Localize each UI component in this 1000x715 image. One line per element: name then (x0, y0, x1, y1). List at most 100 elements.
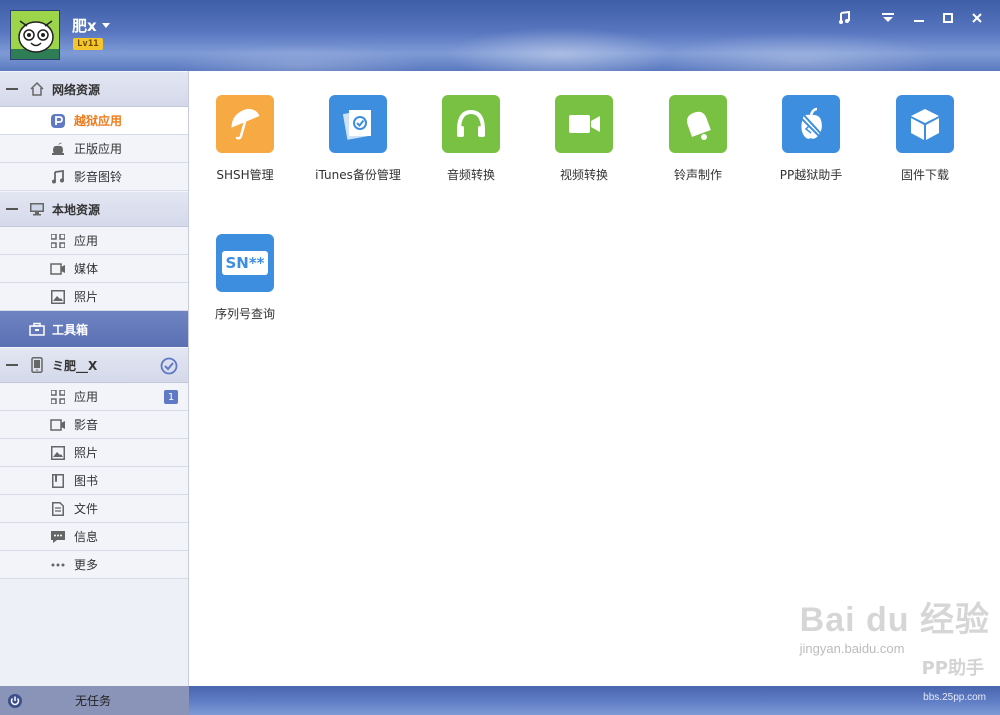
tool-firmware-download[interactable]: 固件下载 (870, 95, 980, 183)
sidebar-item-device-files[interactable]: 文件 (0, 495, 188, 523)
serial-number-icon: SN** (216, 234, 274, 292)
grid-icon (50, 233, 66, 249)
sidebar-item-device-photos[interactable]: 照片 (0, 439, 188, 467)
apple-icon (50, 141, 66, 157)
chevron-down-icon (101, 23, 110, 28)
collapse-icon[interactable] (6, 208, 18, 210)
sidebar-item-jailbreak-apps[interactable]: 越狱应用 (0, 107, 188, 135)
sidebar-item-label: 影音 (74, 418, 99, 432)
music-note-icon (50, 169, 66, 185)
sidebar-item-toolbox[interactable]: 工具箱 (0, 311, 188, 347)
more-dots-icon (50, 557, 66, 573)
sidebar-item-label: 照片 (74, 290, 99, 304)
umbrella-icon (216, 95, 274, 153)
sidebar-item-official-apps[interactable]: 正版应用 (0, 135, 188, 163)
avatar[interactable] (10, 10, 60, 60)
sidebar-item-device-messages[interactable]: 信息 (0, 523, 188, 551)
bell-icon (669, 95, 727, 153)
tool-ringtone-maker[interactable]: 铃声制作 (643, 95, 753, 183)
watermark-site: bbs.25pp.com (923, 692, 986, 703)
collapse-icon[interactable] (6, 364, 18, 366)
tool-label: 视频转换 (559, 168, 608, 182)
video-icon (50, 417, 66, 433)
task-status[interactable]: 无任务 (0, 686, 189, 715)
pp-logo-icon (50, 113, 66, 129)
sidebar-item-label: 越狱应用 (74, 114, 123, 128)
backup-icon (329, 95, 387, 153)
tool-serial-lookup[interactable]: SN** 序列号查询 (190, 234, 300, 322)
sidebar-group-label: 本地资源 (52, 202, 101, 217)
phone-icon (28, 356, 46, 374)
username-dropdown[interactable]: 肥x (72, 15, 110, 36)
sidebar-item-label: 图书 (74, 474, 99, 488)
sidebar-item-device-books[interactable]: 图书 (0, 467, 188, 495)
sidebar-item-device-more[interactable]: 更多 (0, 551, 188, 579)
sidebar-item-label: 影音图铃 (74, 170, 123, 184)
sidebar-item-label: 文件 (74, 502, 99, 516)
sidebar: 网络资源 越狱应用 正版应用 影音图铃 本地资源 应用 媒体 照片 工具箱 ミ肥… (0, 71, 189, 686)
music-icon[interactable] (834, 8, 854, 28)
sidebar-item-label: 更多 (74, 558, 99, 572)
sidebar-group-online[interactable]: 网络资源 (0, 71, 188, 107)
book-icon (50, 473, 66, 489)
tool-label: PP越狱助手 (779, 168, 843, 182)
sidebar-group-local[interactable]: 本地资源 (0, 191, 188, 227)
tool-label: 固件下载 (900, 168, 949, 182)
sidebar-item-local-apps[interactable]: 应用 (0, 227, 188, 255)
count-badge: 1 (164, 390, 178, 404)
sidebar-item-label: 工具箱 (52, 322, 89, 337)
collapse-icon[interactable] (6, 88, 18, 90)
maximize-icon[interactable] (938, 8, 958, 28)
tool-label: 音频转换 (446, 168, 495, 182)
watermark-overlay: PP助手 (921, 658, 984, 679)
power-icon (7, 693, 23, 709)
toolbox-icon (28, 320, 46, 338)
photo-icon (50, 289, 66, 305)
sidebar-item-device-media[interactable]: 影音 (0, 411, 188, 439)
sidebar-item-label: 应用 (74, 234, 99, 248)
close-icon[interactable] (967, 8, 987, 28)
file-icon (50, 501, 66, 517)
tool-video-convert[interactable]: 视频转换 (529, 95, 639, 183)
connected-check-icon (160, 357, 178, 375)
cube-icon (896, 95, 954, 153)
watermark-brand: Bai du 经验 (799, 601, 990, 639)
task-status-label: 无任务 (75, 694, 112, 708)
tool-pp-jailbreak[interactable]: PP越狱助手 (756, 95, 866, 183)
monitor-icon (28, 200, 46, 218)
sidebar-item-local-photos[interactable]: 照片 (0, 283, 188, 311)
minimize-icon[interactable] (909, 8, 929, 28)
grid-icon (50, 389, 66, 405)
jailbreak-icon (782, 95, 840, 153)
video-camera-icon (555, 95, 613, 153)
username: 肥x (72, 17, 97, 35)
sidebar-item-label: 应用 (74, 390, 99, 404)
sidebar-item-device-apps[interactable]: 应用 1 (0, 383, 188, 411)
watermark: Bai du 经验 jingyan.baidu.com (800, 592, 990, 656)
headphones-icon (442, 95, 500, 153)
sidebar-item-label: 媒体 (74, 262, 99, 276)
sidebar-item-media-ringtones[interactable]: 影音图铃 (0, 163, 188, 191)
tool-label: iTunes备份管理 (315, 168, 401, 182)
message-icon (50, 529, 66, 545)
tool-shsh[interactable]: SHSH管理 (190, 95, 300, 183)
home-icon (28, 80, 46, 98)
device-name: ミ肥__X (52, 358, 98, 373)
toolbox-panel: SHSH管理 iTunes备份管理 音频转换 视频转换 铃声制作 PP越狱助手 (190, 71, 1000, 686)
sidebar-group-device[interactable]: ミ肥__X (0, 347, 188, 383)
menu-dropdown-icon[interactable] (878, 8, 898, 28)
sidebar-item-label: 照片 (74, 446, 99, 460)
serial-icon-text: SN** (222, 251, 268, 275)
title-bar: 肥x Lv11 (0, 0, 1000, 71)
video-icon (50, 261, 66, 277)
sidebar-item-local-media[interactable]: 媒体 (0, 255, 188, 283)
sidebar-group-label: 网络资源 (52, 82, 101, 97)
photo-icon (50, 445, 66, 461)
level-badge: Lv11 (73, 38, 103, 50)
tool-label: SHSH管理 (216, 168, 274, 182)
tool-label: 铃声制作 (673, 168, 722, 182)
tool-itunes-backup[interactable]: iTunes备份管理 (303, 95, 413, 183)
sidebar-item-label: 正版应用 (74, 142, 123, 156)
sidebar-item-label: 信息 (74, 530, 99, 544)
tool-audio-convert[interactable]: 音频转换 (416, 95, 526, 183)
